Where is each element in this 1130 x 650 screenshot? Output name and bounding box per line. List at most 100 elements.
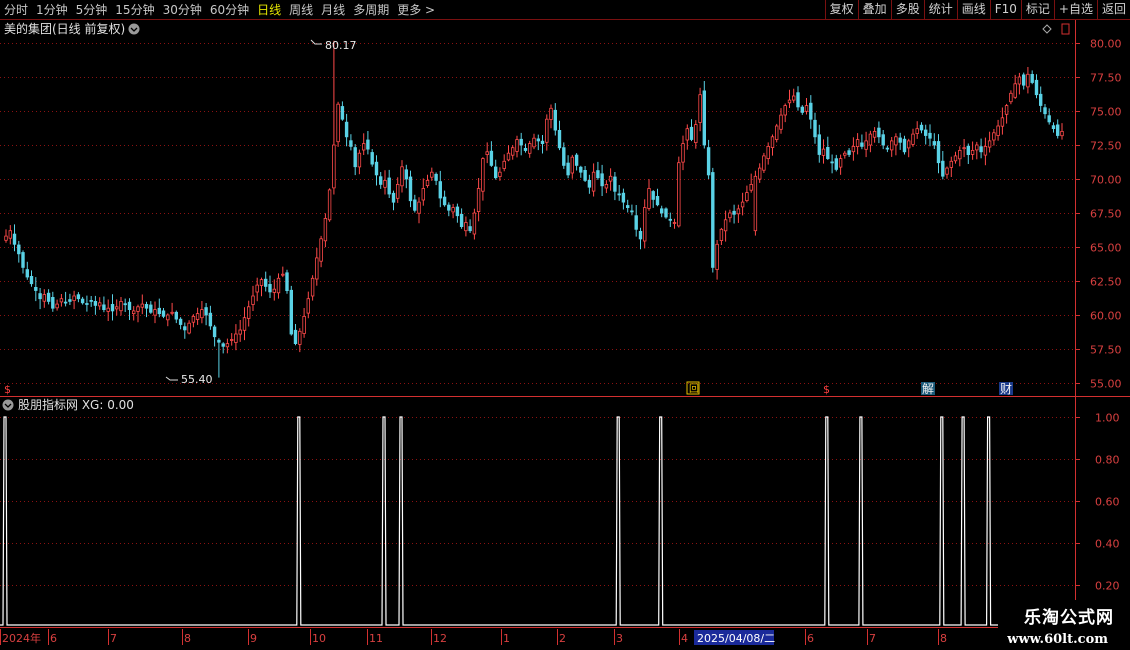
- candle-body: [834, 158, 838, 170]
- indicator-tick-label: 0.40: [1095, 538, 1120, 551]
- candle-body: [506, 152, 511, 161]
- period-tab-daily[interactable]: 日线: [253, 1, 285, 18]
- period-tab-more[interactable]: 更多 >: [393, 1, 439, 18]
- candle-body: [515, 139, 519, 152]
- candle-body: [651, 191, 655, 200]
- candle-body: [400, 166, 404, 187]
- candle-body: [685, 128, 689, 141]
- stock-chart[interactable]: 80.00 77.50 75.00 72.50 70.00 67.50 65.00 62.50…: [0, 20, 1130, 650]
- period-tab-15min[interactable]: 15分钟: [111, 1, 158, 18]
- candle-body: [1051, 125, 1056, 129]
- candle-body: [536, 138, 540, 142]
- candle-body: [1004, 105, 1009, 115]
- candle-body: [1060, 130, 1064, 137]
- candle-body: [29, 275, 34, 285]
- candle-body: [468, 226, 472, 232]
- max-price-label: 80.17: [325, 39, 357, 52]
- candle-body: [153, 309, 157, 316]
- candle-body: [740, 201, 745, 208]
- diamond-icon[interactable]: [1042, 24, 1052, 34]
- candle-body: [626, 205, 630, 208]
- candle-body: [928, 132, 932, 139]
- unlock-marker[interactable]: 解: [922, 382, 934, 396]
- financial-report-marker[interactable]: 财: [1000, 382, 1012, 396]
- repurchase-marker[interactable]: 回: [689, 383, 699, 395]
- candle-body: [170, 311, 174, 314]
- candle-body: [251, 295, 255, 305]
- watermark-name: 乐淘公式网: [1024, 608, 1114, 628]
- mark-button[interactable]: 标记: [1020, 0, 1054, 19]
- time-label: 6: [50, 632, 57, 645]
- candle-body: [962, 147, 966, 150]
- candle-body: [259, 279, 264, 286]
- candle-body: [983, 145, 988, 156]
- draw-line-button[interactable]: 画线: [956, 0, 990, 19]
- candle-body: [979, 146, 983, 153]
- overlay-button[interactable]: 叠加: [857, 0, 891, 19]
- candle-body: [890, 140, 894, 151]
- candle-body: [417, 201, 421, 214]
- candle-body: [540, 140, 545, 144]
- candle-body: [702, 90, 706, 146]
- candle-body: [323, 217, 328, 242]
- period-tab-1min[interactable]: 1分钟: [32, 1, 72, 18]
- candle-body: [332, 144, 336, 189]
- candle-body: [638, 230, 643, 240]
- multi-stock-button[interactable]: 多股: [890, 0, 924, 19]
- candle-body: [298, 330, 302, 345]
- candle-body: [93, 300, 98, 306]
- time-label: 12: [433, 632, 447, 645]
- candle-body: [361, 143, 366, 151]
- candle-body: [677, 162, 681, 227]
- candle-body: [85, 303, 89, 305]
- candle-body: [438, 181, 442, 199]
- candle-body: [319, 238, 323, 262]
- statistics-button[interactable]: 统计: [923, 0, 957, 19]
- candle-body: [596, 170, 600, 179]
- restore-rights-button[interactable]: 复权: [824, 0, 858, 19]
- candle-body: [613, 176, 617, 192]
- candle-body: [898, 137, 902, 143]
- period-tab-5min[interactable]: 5分钟: [72, 1, 112, 18]
- candle-body: [966, 145, 970, 155]
- time-label: 2024年: [2, 631, 41, 645]
- candle-body: [949, 160, 953, 168]
- add-watchlist-button[interactable]: +自选: [1053, 0, 1097, 19]
- period-tab-monthly[interactable]: 月线: [317, 1, 349, 18]
- candle-body: [183, 326, 187, 331]
- candle-body: [327, 189, 332, 221]
- candle-body: [745, 192, 749, 202]
- price-tick-label: 60.00: [1090, 310, 1122, 323]
- period-tab-60min[interactable]: 60分钟: [206, 1, 253, 18]
- cursor-date: 2025/04/08/二: [697, 632, 775, 645]
- panel-toggle-icon[interactable]: [1061, 23, 1070, 35]
- f10-button[interactable]: F10: [989, 0, 1021, 19]
- indicator-tick-label: 0.20: [1095, 580, 1120, 593]
- period-selector: 分时 1分钟 5分钟 15分钟 30分钟 60分钟 日线 周线 月线 多周期 更…: [0, 0, 439, 19]
- indicator-tick-label: 0.80: [1095, 454, 1120, 467]
- title-dropdown-icon[interactable]: [128, 23, 140, 35]
- indicator-dropdown-icon[interactable]: [2, 399, 14, 411]
- candle-body: [131, 310, 136, 314]
- candle-body: [566, 162, 570, 176]
- candle-body: [779, 114, 783, 130]
- dividend-marker-2[interactable]: $: [823, 383, 830, 396]
- candle-body: [246, 306, 251, 319]
- period-tab-intraday[interactable]: 分时: [0, 1, 32, 18]
- candle-body: [830, 161, 834, 164]
- period-tab-weekly[interactable]: 周线: [285, 1, 317, 18]
- candle-body: [532, 137, 536, 148]
- period-tab-30min[interactable]: 30分钟: [159, 1, 206, 18]
- candle-body: [76, 294, 81, 300]
- dividend-marker[interactable]: $: [4, 383, 11, 396]
- candle-body: [59, 298, 64, 303]
- candle-body: [451, 207, 455, 213]
- candle-body: [643, 207, 647, 242]
- period-tab-multi[interactable]: 多周期: [349, 1, 393, 18]
- candle-body: [234, 333, 238, 343]
- price-tick-label: 57.50: [1090, 344, 1122, 357]
- candle-body: [195, 313, 200, 320]
- back-button[interactable]: 返回: [1096, 0, 1130, 19]
- candle-body: [115, 306, 119, 310]
- candle-body: [672, 222, 677, 224]
